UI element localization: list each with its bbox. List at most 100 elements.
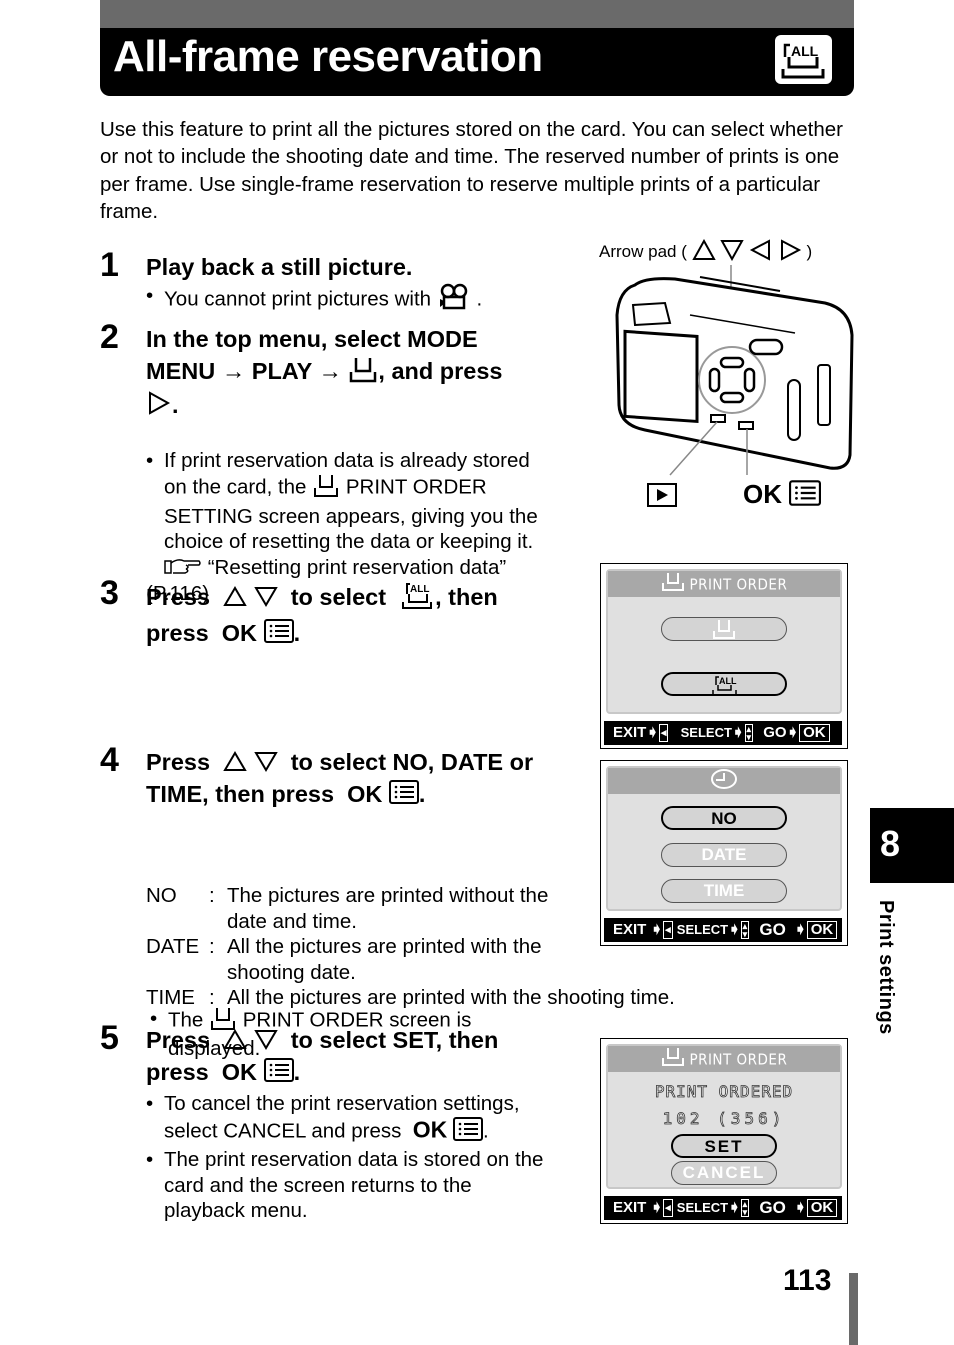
ok-label: OK <box>221 619 258 646</box>
and-press-label: , and press <box>378 357 503 384</box>
period: . <box>418 781 426 808</box>
footer-select: SELECT <box>680 725 732 741</box>
lcd-title <box>608 768 840 794</box>
bullet-text: on the card, the <box>164 475 307 499</box>
reference-line[interactable]: “Resetting print reservation data” <box>164 555 594 582</box>
lcd-panel: NO DATE TIME <box>606 766 842 911</box>
then-press-label: TIME, then press <box>146 781 335 808</box>
menu-list-icon <box>263 618 294 651</box>
lcd-option-set[interactable]: SET <box>671 1134 777 1158</box>
step-4-line1: Press to select NO, DATE or <box>146 747 533 779</box>
playback-icon <box>647 483 677 512</box>
clock-icon <box>710 768 738 798</box>
up-arrow-icon <box>223 584 247 615</box>
then-label: , then <box>435 583 498 610</box>
intro-paragraph: Use this feature to print all the pictur… <box>100 118 843 223</box>
period: . <box>293 619 301 646</box>
right-arrow-icon <box>778 239 802 266</box>
footer-ok: OK <box>799 724 830 743</box>
step-3-line2: press OK . <box>146 618 498 651</box>
bullet-line: choice of resetting the data or keeping … <box>164 530 534 553</box>
chapter-tab: 8 <box>870 808 954 883</box>
lcd-option-time[interactable]: TIME <box>661 879 787 903</box>
menu-label: MENU <box>146 357 216 384</box>
select-set-label: to select SET, then <box>290 1027 499 1053</box>
bullet-line: playback menu. <box>164 1199 308 1222</box>
lcd-option-cancel[interactable]: CANCEL <box>671 1161 777 1185</box>
lcd-option-all-frame[interactable]: ALL <box>661 672 787 696</box>
all-frame-print-icon: ALL <box>399 580 435 618</box>
arrow-glyph: → <box>318 357 342 384</box>
svg-text:ALL: ALL <box>719 676 737 686</box>
camera-illustration <box>615 265 854 476</box>
step-5-heading: Press to select SET, then press OK . <box>146 1025 498 1090</box>
press-label: Press <box>146 749 211 775</box>
lcd-print-count: 102 (356) <box>662 1109 786 1129</box>
lcd-option-date[interactable]: DATE <box>661 843 787 867</box>
step-5-bullets: To cancel the print reservation settings… <box>146 1091 586 1224</box>
step-2-heading-line2: MENU → PLAY → , and press <box>146 355 586 391</box>
definition-desc: All the pictures are printed with the sh… <box>227 934 542 985</box>
left-arrow-icon <box>749 239 773 266</box>
lcd-panel: PRINT ORDER PRINT ORDERED 102 (356) SET … <box>606 1044 842 1189</box>
lcd-footer: EXIT ➧ ◂ SELECT➧ ▴ ▾ GO ➧ OK <box>604 918 842 942</box>
svg-text:ALL: ALL <box>791 43 819 59</box>
lcd-screen-date-time-select: NO DATE TIME EXIT ➧ ◂ SELECT➧ ▴ ▾ GO ➧ OK <box>600 760 848 946</box>
all-frame-print-icon: ALL <box>775 35 832 84</box>
arrow-glyph: ➧ <box>728 1199 741 1217</box>
arrow-glyph: ➧ <box>650 1199 664 1217</box>
reference-hand-icon <box>164 555 202 582</box>
ok-label: OK <box>347 781 383 808</box>
step-5-line2: press OK . <box>146 1057 498 1090</box>
menu-list-icon <box>388 780 419 812</box>
press-label: press <box>146 619 209 646</box>
step-4-line2: TIME, then press OK . <box>146 779 533 812</box>
footer-go: GO <box>759 1198 786 1218</box>
updown-key-icon: ▴ ▾ <box>740 1199 750 1218</box>
down-arrow-icon <box>720 239 745 266</box>
step-2-heading-line1: In the top menu, select MODE <box>146 326 478 352</box>
desc-line: The pictures are printed without the <box>227 884 549 907</box>
footer-exit: EXIT <box>613 1199 647 1217</box>
play-label: PLAY <box>251 357 312 384</box>
right-arrow-icon <box>146 391 172 423</box>
lcd-title: PRINT ORDER <box>608 571 840 597</box>
bullet-line: If print reservation data is already sto… <box>164 448 530 472</box>
arrow-glyph: → <box>221 357 246 384</box>
arrow-glyph: ➧ <box>786 724 800 742</box>
step-2-heading-line3: . <box>146 390 586 423</box>
to-select-label: to select <box>290 583 387 610</box>
colon: : <box>209 884 215 907</box>
lcd-title-text: PRINT ORDER <box>689 1050 788 1069</box>
down-arrow-icon <box>253 584 278 615</box>
lcd-print-ordered-label: PRINT ORDERED <box>654 1082 794 1102</box>
bullet-line: card and the screen returns to the <box>164 1173 472 1197</box>
step-5-bullet-2: The print reservation data is stored on … <box>146 1147 586 1224</box>
colon: : <box>209 986 215 1009</box>
lcd-option-single-frame[interactable] <box>661 617 787 641</box>
step-4-number: 4 <box>100 741 119 779</box>
footer-ok: OK <box>806 1199 838 1218</box>
select-options-label: to select NO, DATE or <box>290 749 534 775</box>
updown-key-icon: ▴ ▾ <box>744 724 754 743</box>
page-edge-bar <box>849 1273 858 1345</box>
bullet-line: select CANCEL and press OK . <box>164 1116 586 1148</box>
arrow-glyph: ➧ <box>646 724 659 742</box>
step-2-heading: In the top menu, select MODE MENU → PLAY… <box>146 324 586 423</box>
footer-ok: OK <box>806 921 838 940</box>
bullet-line: SETTING screen appears, giving you the <box>164 504 538 528</box>
lcd-footer: EXIT ➧ ◂ SELECT➧ ▴ ▾ GO ➧ OK <box>604 1196 842 1220</box>
arrow-pad-caption: Arrow pad ( ) <box>599 238 813 266</box>
reference-text: “Resetting print reservation data” <box>207 555 507 579</box>
down-arrow-icon <box>253 1027 278 1058</box>
page-title: All-frame reservation <box>113 32 543 81</box>
desc-line: shooting date. <box>227 960 356 984</box>
up-arrow-icon <box>223 749 247 780</box>
left-key-icon: ◂ <box>663 921 673 940</box>
footer-exit: EXIT <box>613 921 647 939</box>
lcd-option-no[interactable]: NO <box>661 806 787 830</box>
step-4-heading: Press to select NO, DATE or TIME, then p… <box>146 747 533 812</box>
menu-list-icon <box>789 479 822 513</box>
caption-close: ) <box>806 241 813 261</box>
bullet-text: PRINT ORDER <box>345 475 487 499</box>
